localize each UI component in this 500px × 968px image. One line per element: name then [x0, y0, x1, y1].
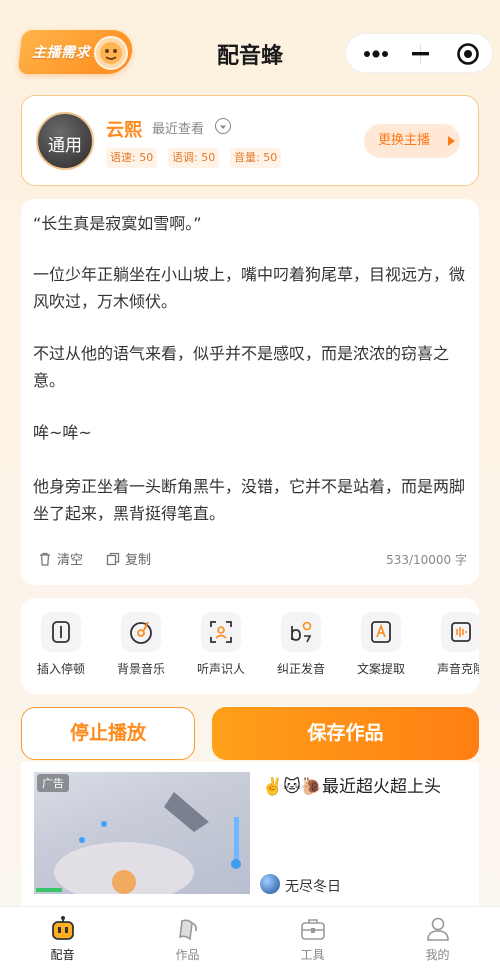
play-triangle-icon — [448, 136, 455, 146]
feature-label: 听声识人 — [196, 662, 245, 676]
recent-view-label[interactable]: 最近查看 — [152, 118, 204, 137]
avatar-label: 通用 — [48, 136, 82, 156]
ad-title[interactable]: ✌️🐱🐌最近超火超上头 — [262, 772, 476, 797]
tab-label: 我的 — [425, 948, 450, 962]
feature-voice-clone[interactable]: 声音克隆 — [421, 612, 479, 682]
tab-label: 作品 — [175, 948, 200, 962]
pause-insert-icon — [41, 612, 81, 652]
tab-label: 配音 — [50, 948, 75, 962]
anchor-card: 通用 云熙 最近查看 语速: 50 语调: 50 音量: 50 更换主播 — [21, 95, 479, 186]
script-paragraph: 不过从他的语气来看，似乎并不是感叹，而是浓浓的窃喜之意。 — [33, 344, 450, 390]
feature-label: 声音克隆 — [436, 662, 479, 676]
works-icon — [174, 915, 202, 943]
ad-source[interactable]: 无尽冬日 — [285, 876, 341, 896]
script-paragraph: “长生真是寂寞如雪啊。” — [33, 214, 202, 233]
feature-label: 背景音乐 — [116, 662, 165, 676]
tab-label: 工具 — [300, 948, 325, 962]
minimize-icon[interactable] — [408, 42, 444, 66]
feature-label: 文案提取 — [356, 662, 405, 676]
profile-icon — [424, 915, 452, 943]
toolbox-icon — [299, 915, 327, 943]
feature-insert-pause[interactable]: 插入停顿 — [21, 612, 101, 682]
stop-playback-button[interactable]: 停止播放 — [21, 707, 195, 760]
music-disc-icon — [121, 612, 161, 652]
voice-clone-icon — [441, 612, 479, 652]
pronunciation-icon — [281, 612, 321, 652]
feature-toolbar: 插入停顿 背景音乐 听声识人 纠正发音 文案提取 声音克隆 — [21, 598, 479, 694]
tab-works[interactable]: 作品 — [125, 907, 250, 968]
char-counter: 533/10000 字 — [386, 553, 467, 567]
save-work-button[interactable]: 保存作品 — [212, 707, 479, 760]
script-paragraph: 哞~哞~ — [33, 423, 92, 442]
script-paragraph: 他身旁正坐着一头断角黑牛，没错，它并不是站着，而是两脚坐了起来，黑背挺得笔直。 — [33, 477, 466, 523]
copy-label: 复制 — [125, 553, 152, 568]
game-logo-icon — [260, 874, 280, 894]
feature-pronunciation[interactable]: 纠正发音 — [261, 612, 341, 682]
change-anchor-label: 更换主播 — [378, 133, 431, 148]
clear-label: 清空 — [57, 553, 84, 568]
chevron-down-circle-icon[interactable] — [215, 118, 231, 134]
tab-bar: 配音 作品 工具 我的 — [0, 906, 500, 968]
robot-icon — [49, 915, 77, 943]
pitch-param: 语调: 50 — [168, 148, 220, 168]
anchor-name: 云熙 — [106, 120, 142, 141]
clear-button[interactable]: 清空 — [37, 549, 83, 568]
feature-text-extract[interactable]: 文案提取 — [341, 612, 421, 682]
text-extract-icon — [361, 612, 401, 652]
feature-label: 插入停顿 — [36, 662, 85, 676]
feature-label: 纠正发音 — [276, 662, 325, 676]
volume-param: 音量: 50 — [230, 148, 282, 168]
feature-voice-recognition[interactable]: 听声识人 — [181, 612, 261, 682]
tab-mine[interactable]: 我的 — [375, 907, 500, 968]
change-anchor-button[interactable]: 更换主播 — [364, 124, 460, 158]
copy-icon — [106, 552, 120, 566]
voice-scan-icon — [201, 612, 241, 652]
tab-dubbing[interactable]: 配音 — [0, 907, 125, 968]
mini-program-capsule — [345, 33, 493, 73]
close-circle-icon[interactable] — [454, 40, 482, 68]
copy-button[interactable]: 复制 — [105, 549, 151, 568]
speed-param: 语速: 50 — [106, 148, 158, 168]
header: 主播需求 配音蜂 — [0, 0, 500, 100]
tab-tools[interactable]: 工具 — [250, 907, 375, 968]
ad-card[interactable]: 广告 ✌️🐱🐌最近超火超上头 无尽冬日 — [21, 762, 479, 910]
trash-icon — [40, 552, 50, 566]
more-dots-icon[interactable] — [358, 42, 394, 66]
script-editor[interactable]: “长生真是寂寞如雪啊。” 一位少年正躺坐在小山坡上，嘴中叼着狗尾草，目视远方，微… — [21, 199, 479, 585]
feature-bgm[interactable]: 背景音乐 — [101, 612, 181, 682]
ad-tag[interactable]: 广告 — [37, 774, 69, 792]
avatar: 通用 — [36, 112, 94, 170]
script-paragraph: 一位少年正躺坐在小山坡上，嘴中叼着狗尾草，目视远方，微风吹过，万木倾伏。 — [33, 265, 466, 311]
